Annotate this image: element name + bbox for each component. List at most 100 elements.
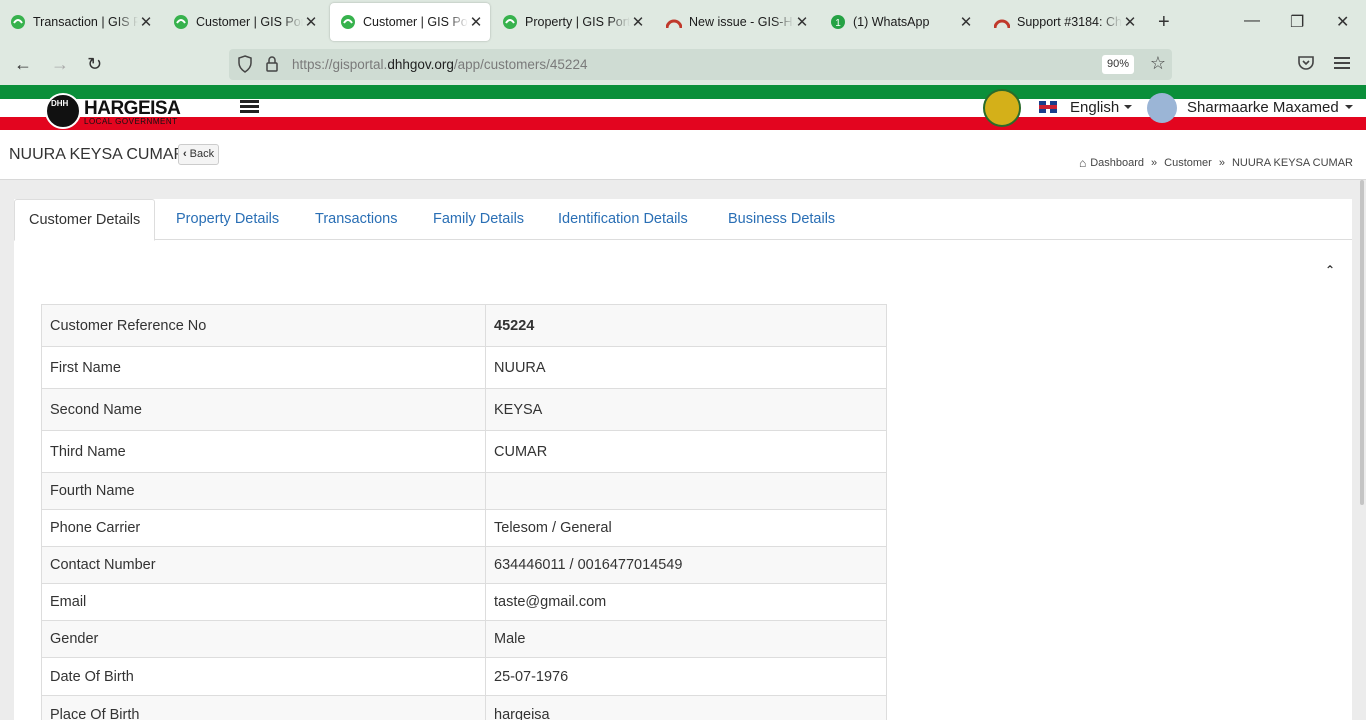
browser-tab-transaction[interactable]: Transaction | GIS Portal ✕ (0, 3, 160, 41)
table-row: Email taste@gmail.com (41, 583, 887, 621)
tab-title: Customer | GIS Portal (363, 15, 468, 29)
customer-details-table: Customer Reference No 45224 First Name N… (41, 304, 887, 720)
row-label: Fourth Name (41, 472, 486, 510)
emblem-icon (983, 89, 1021, 127)
row-value: KEYSA (485, 388, 887, 431)
breadcrumb-separator: » (1218, 157, 1225, 169)
forward-arrow-icon[interactable]: → (51, 54, 69, 75)
tab-title: (1) WhatsApp (853, 15, 930, 29)
language-selector[interactable]: English (1070, 99, 1119, 116)
tab-title: New issue - GIS-Hargeisa (689, 15, 794, 29)
table-row: Second Name KEYSA (41, 388, 887, 431)
close-icon[interactable]: ✕ (303, 13, 319, 31)
avatar[interactable] (1147, 93, 1177, 123)
row-value (485, 472, 887, 510)
shield-icon[interactable] (237, 55, 253, 78)
row-value: NUURA (485, 346, 887, 389)
tab-property-details[interactable]: Property Details (162, 199, 293, 240)
logo-subtitle: LOCAL GOVERNMENT (84, 117, 178, 126)
row-label: Gender (41, 620, 486, 658)
chevron-up-icon[interactable]: ⌃ (1325, 263, 1335, 277)
row-value: Telesom / General (485, 509, 887, 547)
table-row: Third Name CUMAR (41, 430, 887, 473)
tab-title: Property | GIS Portal (525, 15, 630, 29)
table-row: Fourth Name (41, 472, 887, 510)
table-row: Phone Carrier Telesom / General (41, 509, 887, 547)
breadcrumb-dashboard[interactable]: Dashboard (1090, 157, 1144, 169)
chevron-left-icon: ‹ (183, 148, 187, 160)
reload-icon[interactable]: ↻ (87, 54, 102, 75)
redmine-icon (666, 14, 682, 30)
user-menu[interactable]: Sharmaarke Maxamed (1187, 99, 1339, 116)
row-label: Date Of Birth (41, 657, 486, 696)
close-icon[interactable]: ✕ (1122, 13, 1138, 31)
tab-business-details[interactable]: Business Details (714, 199, 849, 240)
close-icon[interactable]: ✕ (794, 13, 810, 31)
hargeisa-logo-icon[interactable]: DHH (45, 93, 81, 129)
browser-tab-support[interactable]: Support #3184: Change ✕ (984, 3, 1144, 41)
tab-title: Support #3184: Change (1017, 15, 1122, 29)
row-label: First Name (41, 346, 486, 389)
gis-logo-icon (340, 14, 356, 30)
tab-identification-details[interactable]: Identification Details (544, 199, 702, 240)
browser-tab-new-issue[interactable]: New issue - GIS-Hargeisa ✕ (656, 3, 816, 41)
close-icon[interactable]: ✕ (138, 13, 154, 31)
whatsapp-icon: 1 (830, 14, 846, 30)
home-icon: ⌂ (1078, 156, 1087, 170)
row-label: Second Name (41, 388, 486, 431)
breadcrumb-current: NUURA KEYSA CUMAR (1231, 157, 1353, 169)
close-window-icon[interactable]: ✕ (1336, 12, 1349, 32)
row-label: Customer Reference No (41, 304, 486, 347)
back-button[interactable]: ‹ Back (178, 144, 220, 165)
zoom-level[interactable]: 90% (1101, 55, 1134, 74)
star-icon[interactable]: ☆ (1150, 53, 1166, 74)
browser-tab-customer-active[interactable]: Customer | GIS Portal ✕ (330, 3, 490, 41)
page-scrollbar[interactable] (1360, 180, 1364, 505)
svg-text:1: 1 (835, 18, 841, 29)
pocket-icon[interactable] (1297, 55, 1315, 76)
browser-tab-customer-1[interactable]: Customer | GIS Portal ✕ (163, 3, 325, 41)
row-value: 634446011 / 0016477014549 (485, 546, 887, 584)
browser-tab-bar: Transaction | GIS Portal ✕ Customer | GI… (0, 0, 1366, 44)
chevron-down-icon[interactable] (1124, 105, 1132, 109)
row-value: Male (485, 620, 887, 658)
browser-tab-property[interactable]: Property | GIS Portal ✕ (492, 3, 652, 41)
gis-logo-icon (173, 14, 189, 30)
minimize-icon[interactable]: — (1244, 12, 1260, 30)
restore-icon[interactable]: ❐ (1290, 12, 1304, 32)
row-label: Phone Carrier (41, 509, 486, 547)
back-arrow-icon[interactable]: ← (14, 54, 32, 75)
uk-flag-icon[interactable] (1039, 101, 1057, 113)
tab-family-details[interactable]: Family Details (419, 199, 538, 240)
chevron-down-icon[interactable] (1345, 105, 1353, 109)
gis-logo-icon (502, 14, 518, 30)
new-tab-icon[interactable]: + (1158, 11, 1170, 34)
tab-customer-details[interactable]: Customer Details (14, 199, 156, 241)
table-row: Date Of Birth 25-07-1976 (41, 657, 887, 696)
customer-panel: Customer Details Property Details Transa… (14, 199, 1352, 720)
row-value: taste@gmail.com (485, 583, 887, 621)
menu-icon[interactable] (1334, 56, 1350, 75)
tab-title: Customer | GIS Portal (196, 15, 303, 29)
address-bar[interactable]: https://gisportal.dhhgov.org/app/custome… (229, 49, 1172, 80)
close-icon[interactable]: ✕ (630, 13, 646, 31)
page-title-bar: NUURA KEYSA CUMAR ‹ Back ⌂ Dashboard » C… (0, 131, 1366, 180)
row-label: Third Name (41, 430, 486, 473)
row-value: 25-07-1976 (485, 657, 887, 696)
sidebar-toggle-icon[interactable] (240, 100, 259, 115)
close-icon[interactable]: ✕ (468, 13, 484, 31)
url-text[interactable]: https://gisportal.dhhgov.org/app/custome… (292, 57, 587, 72)
table-row: Gender Male (41, 620, 887, 658)
table-row: Customer Reference No 45224 (41, 304, 887, 347)
close-icon[interactable]: ✕ (958, 13, 974, 31)
tab-title: Transaction | GIS Portal (33, 15, 138, 29)
row-value: 45224 (485, 304, 887, 347)
tab-transactions[interactable]: Transactions (301, 199, 411, 240)
breadcrumb-customer[interactable]: Customer (1164, 157, 1212, 169)
app-header: DHH HARGEISA LOCAL GOVERNMENT English Sh… (0, 85, 1366, 131)
browser-tab-whatsapp[interactable]: 1 (1) WhatsApp ✕ (820, 3, 980, 41)
detail-tabs: Customer Details Property Details Transa… (14, 199, 1352, 241)
row-value: CUMAR (485, 430, 887, 473)
redmine-icon (994, 14, 1010, 30)
lock-icon[interactable] (265, 55, 279, 78)
